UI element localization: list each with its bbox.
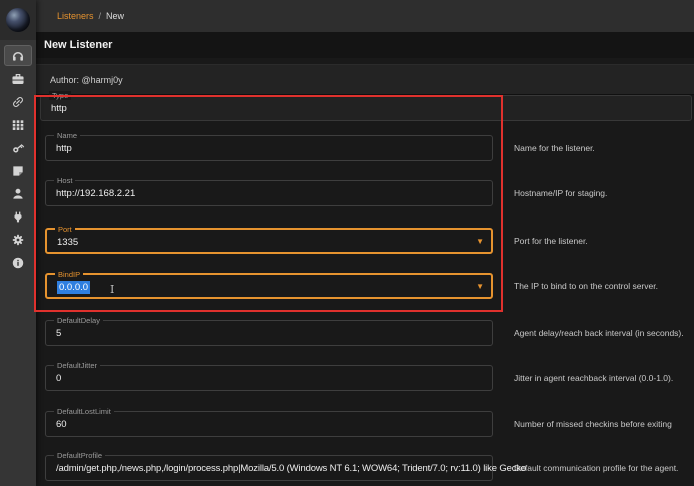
name-value: http <box>56 136 72 161</box>
defaultlostlimit-help-text: Number of missed checkins before exiting <box>514 411 694 437</box>
sidebar-item-about[interactable] <box>0 251 36 274</box>
defaultprofile-input[interactable]: DefaultProfile /admin/get.php,/news.php,… <box>45 455 493 481</box>
sidebar-item-stagers[interactable] <box>0 67 36 90</box>
type-value: http <box>51 96 67 121</box>
defaultdelay-input[interactable]: DefaultDelay 5 <box>45 320 493 346</box>
bindip-help-text: The IP to bind to on the control server. <box>514 273 694 299</box>
defaultjitter-value: 0 <box>56 366 61 391</box>
host-input[interactable]: Host http://192.168.2.21 <box>45 180 493 206</box>
starkiller-logo-icon <box>6 8 30 32</box>
sidebar-item-settings[interactable] <box>0 228 36 251</box>
port-value: 1335 <box>57 230 78 255</box>
link-icon <box>11 95 25 109</box>
grid-icon <box>11 118 25 132</box>
form-row-host: Host http://192.168.2.21 Hostname/IP for… <box>45 180 694 206</box>
defaultdelay-help-text: Agent delay/reach back interval (in seco… <box>514 320 694 346</box>
sidebar-item-listeners[interactable] <box>0 44 36 67</box>
host-help-text: Hostname/IP for staging. <box>514 180 694 206</box>
form-row-defaultlostlimit: DefaultLostLimit 60 Number of missed che… <box>45 411 694 437</box>
defaultlostlimit-value: 60 <box>56 412 67 437</box>
chevron-down-icon[interactable]: ▼ <box>476 230 484 254</box>
port-help-text: Port for the listener. <box>514 228 694 254</box>
form-row-defaultjitter: DefaultJitter 0 Jitter in agent reachbac… <box>45 365 694 391</box>
host-value: http://192.168.2.21 <box>56 181 135 206</box>
briefcase-icon <box>11 72 25 86</box>
type-select[interactable]: Type http <box>40 95 692 121</box>
form-row-name: Name http Name for the listener. <box>45 135 694 161</box>
defaultprofile-help-text: Default communication profile for the ag… <box>514 455 694 481</box>
chevron-down-icon[interactable]: ▼ <box>476 275 484 299</box>
defaultdelay-label: DefaultDelay <box>54 316 103 325</box>
sidebar <box>0 0 36 486</box>
sidebar-item-credentials[interactable] <box>0 136 36 159</box>
app-logo[interactable] <box>0 0 36 40</box>
form-row-defaultdelay: DefaultDelay 5 Agent delay/reach back in… <box>45 320 694 346</box>
sidebar-item-plugins[interactable] <box>0 205 36 228</box>
form-row-type: Type http <box>40 95 692 121</box>
form-row-defaultprofile: DefaultProfile /admin/get.php,/news.php,… <box>45 455 694 481</box>
person-icon <box>11 187 25 201</box>
form-row-bindip: BindIP 0.0.0.0 ▼ The IP to bind to on th… <box>45 273 694 299</box>
port-combobox[interactable]: Port 1335 ▼ <box>45 228 493 254</box>
gear-icon <box>11 233 25 247</box>
sidebar-item-agents[interactable] <box>0 90 36 113</box>
bindip-value-selected: 0.0.0.0 <box>57 281 90 294</box>
note-icon <box>11 164 25 178</box>
defaultjitter-input[interactable]: DefaultJitter 0 <box>45 365 493 391</box>
defaultjitter-help-text: Jitter in agent reachback interval (0.0-… <box>514 365 694 391</box>
name-input[interactable]: Name http <box>45 135 493 161</box>
bindip-combobox[interactable]: BindIP 0.0.0.0 ▼ <box>45 273 493 299</box>
key-icon <box>11 141 25 155</box>
defaultdelay-value: 5 <box>56 321 61 346</box>
sidebar-item-users[interactable] <box>0 182 36 205</box>
defaultlostlimit-input[interactable]: DefaultLostLimit 60 <box>45 411 493 437</box>
listener-form: Type http Name http Name for the listene… <box>0 0 694 486</box>
sidebar-item-modules[interactable] <box>0 113 36 136</box>
name-help-text: Name for the listener. <box>514 135 694 161</box>
headphones-icon <box>11 49 25 63</box>
form-row-port: Port 1335 ▼ Port for the listener. <box>45 228 694 254</box>
sidebar-nav <box>0 44 36 274</box>
info-icon <box>11 256 25 270</box>
sidebar-item-reporting[interactable] <box>0 159 36 182</box>
defaultprofile-value: /admin/get.php,/news.php,/login/process.… <box>56 456 526 481</box>
plug-icon <box>11 210 25 224</box>
